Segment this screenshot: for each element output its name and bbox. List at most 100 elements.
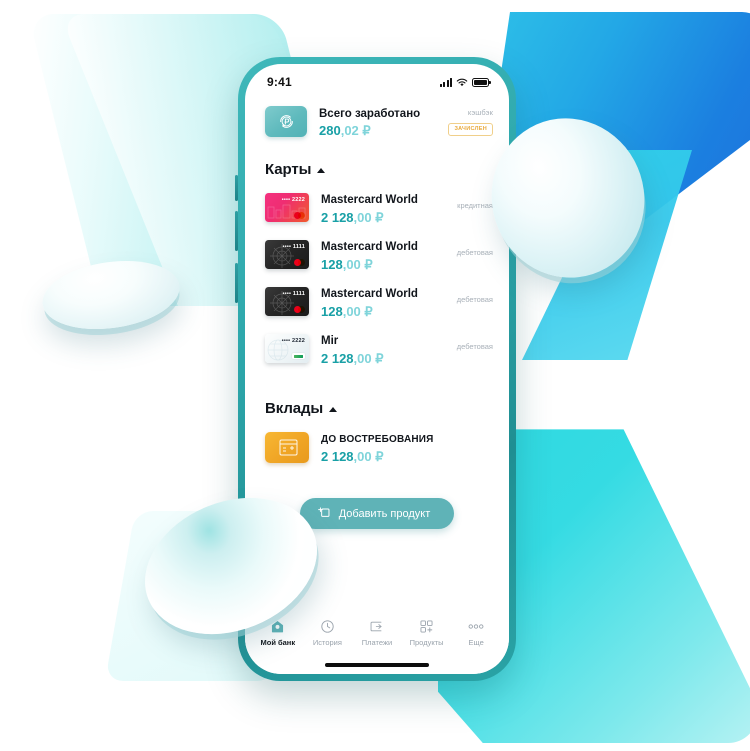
card-art-dark: •••• 1111: [265, 287, 309, 316]
cashback-text: Всего заработано 280,02 ₽: [319, 106, 436, 139]
product-amount: 128,00 ₽: [321, 256, 445, 273]
status-bar: 9:41: [245, 64, 509, 94]
product-meta: кредитная: [457, 193, 493, 213]
product-amount-dec: ,00: [353, 449, 372, 464]
product-amount-dec: ,00: [353, 351, 372, 366]
tab-more[interactable]: Еще: [451, 618, 501, 647]
list-item[interactable]: ДО ВОСТРЕБОВАНИЯ 2 128,00 ₽: [245, 425, 509, 472]
product-amount-dec: ,00: [342, 257, 361, 272]
home-icon: [270, 618, 285, 634]
clock-icon: [320, 618, 335, 634]
product-kind: дебетовая: [456, 295, 493, 304]
product-text: ДО ВОСТРЕБОВАНИЯ 2 128,00 ₽: [321, 432, 481, 465]
product-amount: 2 128,00 ₽: [321, 350, 445, 367]
tab-label: Еще: [468, 638, 484, 647]
product-text: Mastercard World 128,00 ₽: [321, 287, 445, 320]
add-product-button[interactable]: Добавить продукт: [299, 498, 455, 529]
product-name: Mastercard World: [321, 288, 418, 300]
list-item[interactable]: •••• 2222 Mir 2 128,00 ₽ дебетовая: [245, 327, 509, 374]
product-text: Mastercard World 2 128,00 ₽: [321, 193, 445, 226]
cashback-ruble-icon: [265, 106, 307, 137]
deposit-glyph: [279, 439, 298, 456]
product-meta: дебетовая: [457, 240, 493, 260]
ruble-refresh-glyph: [279, 115, 293, 128]
mastercard-icon: [294, 305, 305, 313]
mastercard-icon: [294, 258, 305, 266]
product-amount: 2 128,00 ₽: [321, 209, 445, 226]
caret-up-icon[interactable]: [329, 407, 338, 412]
product-amount: 2 128,00 ₽: [321, 448, 481, 465]
product-amount: 128,00 ₽: [321, 303, 445, 320]
section-header-deposits[interactable]: Вклады: [245, 374, 509, 425]
cashback-meta: кэшбэк ЗАЧИСЛЕН: [448, 106, 493, 136]
card-masked-number: •••• 1111: [282, 291, 305, 297]
card-masked-number: •••• 1111: [282, 244, 305, 250]
cashback-currency: ₽: [362, 123, 371, 138]
cashback-amount-dec: ,02: [340, 123, 359, 138]
product-currency: ₽: [375, 210, 384, 225]
product-currency: ₽: [364, 257, 373, 272]
product-currency: ₽: [375, 449, 384, 464]
card-art-dark: •••• 1111: [265, 240, 309, 269]
cashback-amount: 280,02 ₽: [319, 122, 436, 139]
product-amount-int: 2 128: [321, 210, 354, 225]
product-amount-int: 128: [321, 257, 343, 272]
list-item[interactable]: •••• 1111 Mastercard World 128,00 ₽ дебе…: [245, 280, 509, 327]
tab-products[interactable]: Продукты: [402, 618, 452, 647]
product-kind: кредитная: [457, 201, 493, 210]
list-item[interactable]: •••• 1111 Mastercard World 128,00 ₽ дебе…: [245, 233, 509, 280]
cashback-summary-row[interactable]: Всего заработано 280,02 ₽ кэшбэк ЗАЧИСЛЕ…: [245, 96, 509, 139]
tab-label: Продукты: [409, 638, 444, 647]
product-kind: дебетовая: [456, 342, 493, 351]
illustration-canvas: 9:41 Всего заработано 280,02 ₽ кэшбэк ЗА…: [0, 0, 750, 751]
tab-label: История: [312, 638, 342, 647]
phone-volume-up-button: [235, 175, 238, 201]
dots-icon: [467, 618, 485, 634]
card-masked-number: •••• 2222: [281, 197, 305, 203]
home-indicator: [325, 663, 429, 667]
deposit-icon: [265, 432, 309, 463]
tab-label: Платежи: [361, 638, 393, 647]
add-product-label: Добавить продукт: [338, 507, 431, 520]
cashback-label: кэшбэк: [467, 108, 493, 117]
card-art-mir: •••• 2222: [265, 334, 309, 363]
status-icons: [439, 77, 491, 87]
grid-plus-icon: [419, 618, 434, 634]
product-name: ДО ВОСТРЕБОВАНИЯ: [321, 434, 434, 445]
product-currency: ₽: [364, 304, 373, 319]
section-title-deposits: Вклады: [265, 400, 324, 417]
section-title-cards: Карты: [265, 161, 312, 178]
status-time: 9:41: [267, 75, 292, 89]
tab-history[interactable]: История: [303, 618, 353, 647]
product-amount-int: 2 128: [321, 351, 354, 366]
cashback-title: Всего заработано: [319, 108, 421, 120]
tab-payments[interactable]: Платежи: [352, 618, 402, 647]
product-name: Mastercard World: [321, 241, 418, 253]
product-amount-int: 128: [321, 304, 343, 319]
signal-icon: [439, 77, 452, 87]
mir-icon: [292, 353, 305, 359]
mastercard-icon: [294, 211, 305, 219]
phone-power-button: [235, 263, 238, 303]
wifi-icon: [456, 78, 468, 86]
caret-up-icon[interactable]: [317, 168, 326, 173]
product-text: Mastercard World 128,00 ₽: [321, 240, 445, 273]
product-amount-dec: ,00: [342, 304, 361, 319]
battery-icon: [472, 77, 491, 87]
product-text: Mir 2 128,00 ₽: [321, 334, 445, 367]
cashback-amount-int: 280: [319, 123, 341, 138]
product-name: Mastercard World: [321, 194, 418, 206]
status-badge: ЗАЧИСЛЕН: [448, 122, 493, 136]
product-kind: дебетовая: [456, 248, 493, 257]
add-product-icon: [317, 507, 330, 517]
product-amount-dec: ,00: [353, 210, 372, 225]
tab-label: Мой банк: [260, 638, 296, 647]
phone-volume-down-button: [235, 211, 238, 251]
product-amount-int: 2 128: [321, 449, 354, 464]
product-name: Mir: [321, 335, 339, 347]
card-art-pink: •••• 2222: [265, 193, 309, 222]
product-meta: дебетовая: [457, 287, 493, 307]
section-header-cards[interactable]: Карты: [245, 139, 509, 186]
list-item[interactable]: •••• 2222 Mastercard World 2 128,00 ₽ кр…: [245, 186, 509, 233]
payments-icon: [369, 618, 385, 634]
